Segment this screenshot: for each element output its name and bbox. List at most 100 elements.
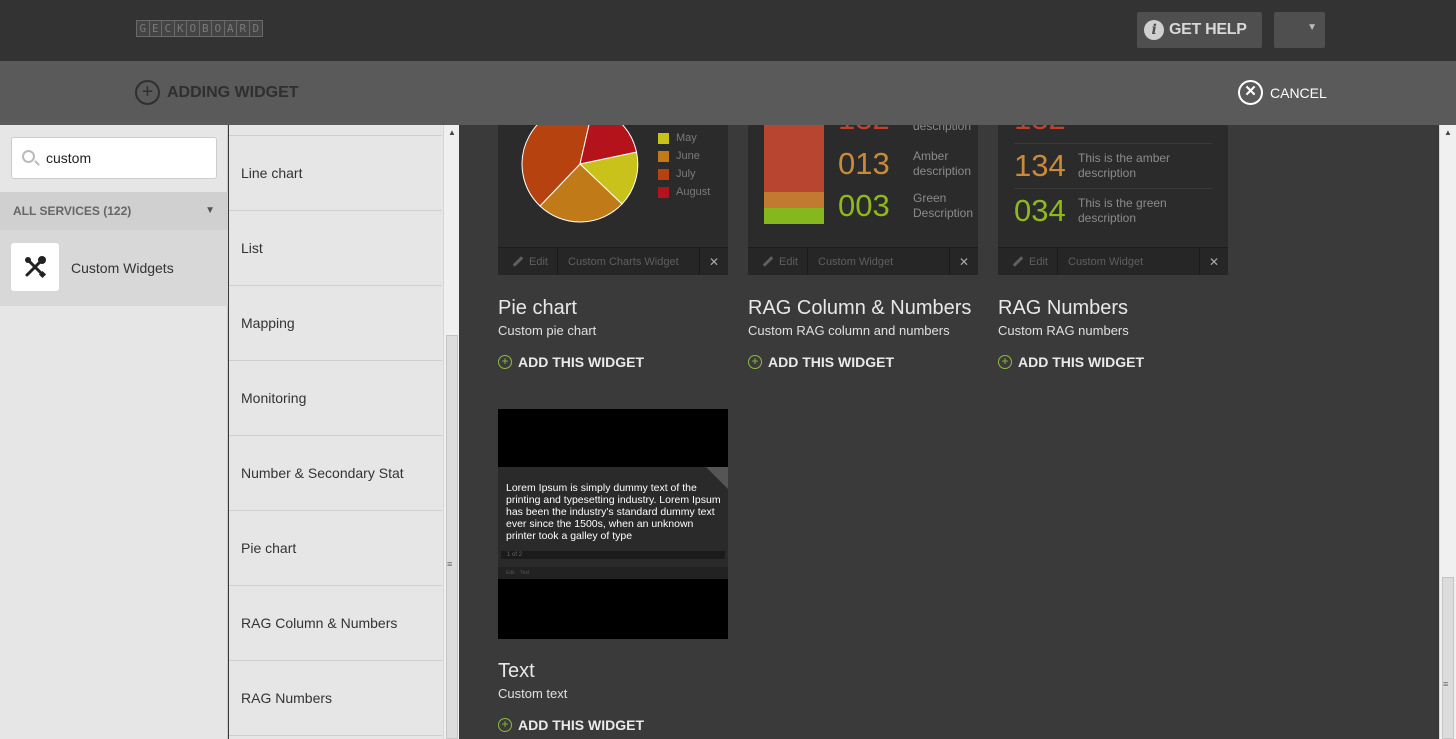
rag-column-green: [764, 208, 824, 224]
cancel-button[interactable]: ✕ CANCEL: [1238, 80, 1327, 105]
scroll-up-icon[interactable]: ▲: [1444, 128, 1452, 137]
edit-button[interactable]: Edit: [998, 247, 1058, 275]
pager: 1 of 2: [501, 551, 725, 559]
legend-label: June: [676, 150, 700, 162]
rag-value: 132: [1014, 125, 1078, 137]
account-dropdown[interactable]: ▼: [1274, 12, 1325, 48]
adding-widget-heading: + ADDING WIDGET: [135, 80, 299, 105]
rag-value: 132: [838, 125, 913, 137]
rag-value: 003: [838, 188, 890, 223]
add-widget-button[interactable]: + ADD THIS WIDGET: [498, 717, 644, 733]
edit-label: Edit: [529, 255, 548, 268]
widget-title: RAG Numbers: [998, 297, 1129, 319]
widget-name: Custom Charts Widget: [558, 247, 700, 275]
logo-letter: A: [224, 21, 237, 36]
plus-circle-icon: +: [135, 80, 160, 105]
pencil-icon: [512, 256, 524, 267]
legend-swatch: [658, 150, 669, 162]
all-services-dropdown[interactable]: ALL SERVICES (122) ▼: [0, 192, 228, 230]
scrollbar-thumb[interactable]: [446, 335, 458, 739]
info-icon: i: [1144, 20, 1164, 40]
widget-gallery: May June July August Edit Custom Charts …: [459, 125, 1439, 739]
widget-type-item[interactable]: [229, 125, 442, 136]
tools-icon: [11, 243, 59, 291]
edit-button[interactable]: Edit: [498, 247, 558, 275]
rag-description: This is the amber description: [1078, 151, 1171, 180]
rag-value: 134: [1014, 148, 1066, 183]
add-widget-label: ADD THIS WIDGET: [518, 717, 644, 733]
widget-footer: Edit Custom Widget ✕: [998, 247, 1228, 275]
widget-type-rag-column-numbers[interactable]: RAG Column & Numbers: [229, 586, 442, 661]
widget-type-line-chart[interactable]: Line chart: [229, 136, 442, 211]
search-input[interactable]: [46, 148, 206, 168]
widget-type-number-secondary-stat[interactable]: Number & Secondary Stat: [229, 436, 442, 511]
pencil-icon: [762, 256, 774, 267]
geckoboard-logo[interactable]: G E C K O B O A R D: [136, 20, 263, 37]
rag-column-red: [764, 125, 824, 192]
add-widget-button[interactable]: + ADD THIS WIDGET: [498, 354, 644, 370]
widget-title: RAG Column & Numbers: [748, 297, 972, 319]
legend-label: August: [676, 186, 711, 198]
caret-down-icon: ▼: [205, 205, 215, 216]
rag-description: Green Description: [913, 191, 974, 220]
add-widget-button[interactable]: + ADD THIS WIDGET: [748, 354, 894, 370]
get-help-label: GET HELP: [1169, 21, 1247, 38]
widget-type-monitoring[interactable]: Monitoring: [229, 361, 442, 436]
rag-description: Amber description: [913, 149, 972, 178]
gallery-scrollbar[interactable]: ▲ ≡: [1439, 125, 1456, 739]
widget-type-rag-numbers[interactable]: RAG Numbers: [229, 661, 442, 736]
get-help-button[interactable]: i GET HELP: [1137, 12, 1262, 48]
edit-label: Edit: [779, 255, 798, 268]
close-icon[interactable]: ✕: [700, 255, 728, 269]
add-widget-label: ADD THIS WIDGET: [518, 354, 644, 370]
plus-icon: +: [498, 718, 512, 732]
scrollbar-thumb[interactable]: [1442, 577, 1454, 739]
scroll-up-icon[interactable]: ▲: [448, 128, 456, 137]
rag-row-red: 132 description: [838, 125, 971, 137]
widget-type-pie-chart[interactable]: Pie chart: [229, 511, 442, 586]
widget-type-list-item[interactable]: List: [229, 211, 442, 286]
logo-letter: C: [162, 21, 175, 36]
widget-subtitle: Custom RAG numbers: [998, 323, 1129, 338]
pencil-icon: [1012, 256, 1024, 267]
legend-swatch: [658, 132, 669, 144]
close-icon[interactable]: ✕: [1200, 255, 1228, 269]
plus-icon: +: [748, 355, 762, 369]
rag-numbers-preview: 132 description 134 This is the amberdes…: [998, 125, 1228, 275]
rag-description: description: [913, 125, 972, 133]
edit-button[interactable]: Edit: [748, 247, 808, 275]
logo-letter: O: [187, 21, 200, 36]
legend-item: June: [658, 150, 700, 162]
widget-subtitle: Custom text: [498, 686, 568, 701]
widget-name: Custom Widget: [1058, 247, 1200, 275]
widget-name: Text: [520, 570, 530, 576]
add-widget-button[interactable]: + ADD THIS WIDGET: [998, 354, 1144, 370]
adding-widget-label: ADDING WIDGET: [167, 83, 299, 101]
search-box: [11, 137, 217, 179]
close-circle-icon: ✕: [1238, 80, 1263, 105]
service-item-custom-widgets[interactable]: Custom Widgets: [0, 230, 228, 306]
close-icon[interactable]: ✕: [950, 255, 978, 269]
cancel-label: CANCEL: [1270, 84, 1327, 101]
rag-value: 034: [1014, 193, 1066, 228]
text-widget-body: Lorem Ipsum is simply dummy text of the …: [498, 467, 728, 579]
rag-row-red: 132 description: [1014, 125, 1136, 137]
legend-swatch: [658, 168, 669, 180]
list-scrollbar[interactable]: ▲ ≡: [443, 125, 459, 739]
logo-letter: D: [249, 21, 262, 36]
add-widget-label: ADD THIS WIDGET: [768, 354, 894, 370]
legend-swatch: [658, 186, 669, 198]
legend-label: July: [676, 168, 696, 180]
widget-footer: Edit Text: [498, 567, 728, 579]
adding-widget-bar: + ADDING WIDGET ✕ CANCEL: [0, 61, 1456, 125]
add-widget-label: ADD THIS WIDGET: [1018, 354, 1144, 370]
top-bar: G E C K O B O A R D i GET HELP ▼: [0, 0, 1456, 61]
legend-item: May: [658, 132, 697, 144]
widget-type-mapping[interactable]: Mapping: [229, 286, 442, 361]
rag-value: 013: [838, 146, 890, 181]
rag-row-green: 034 This is the green description: [1014, 193, 1167, 229]
logo-letter: O: [212, 21, 225, 36]
logo-letter: K: [174, 21, 187, 36]
widget-subtitle: Custom pie chart: [498, 323, 597, 338]
widget-subtitle: Custom RAG column and numbers: [748, 323, 950, 338]
